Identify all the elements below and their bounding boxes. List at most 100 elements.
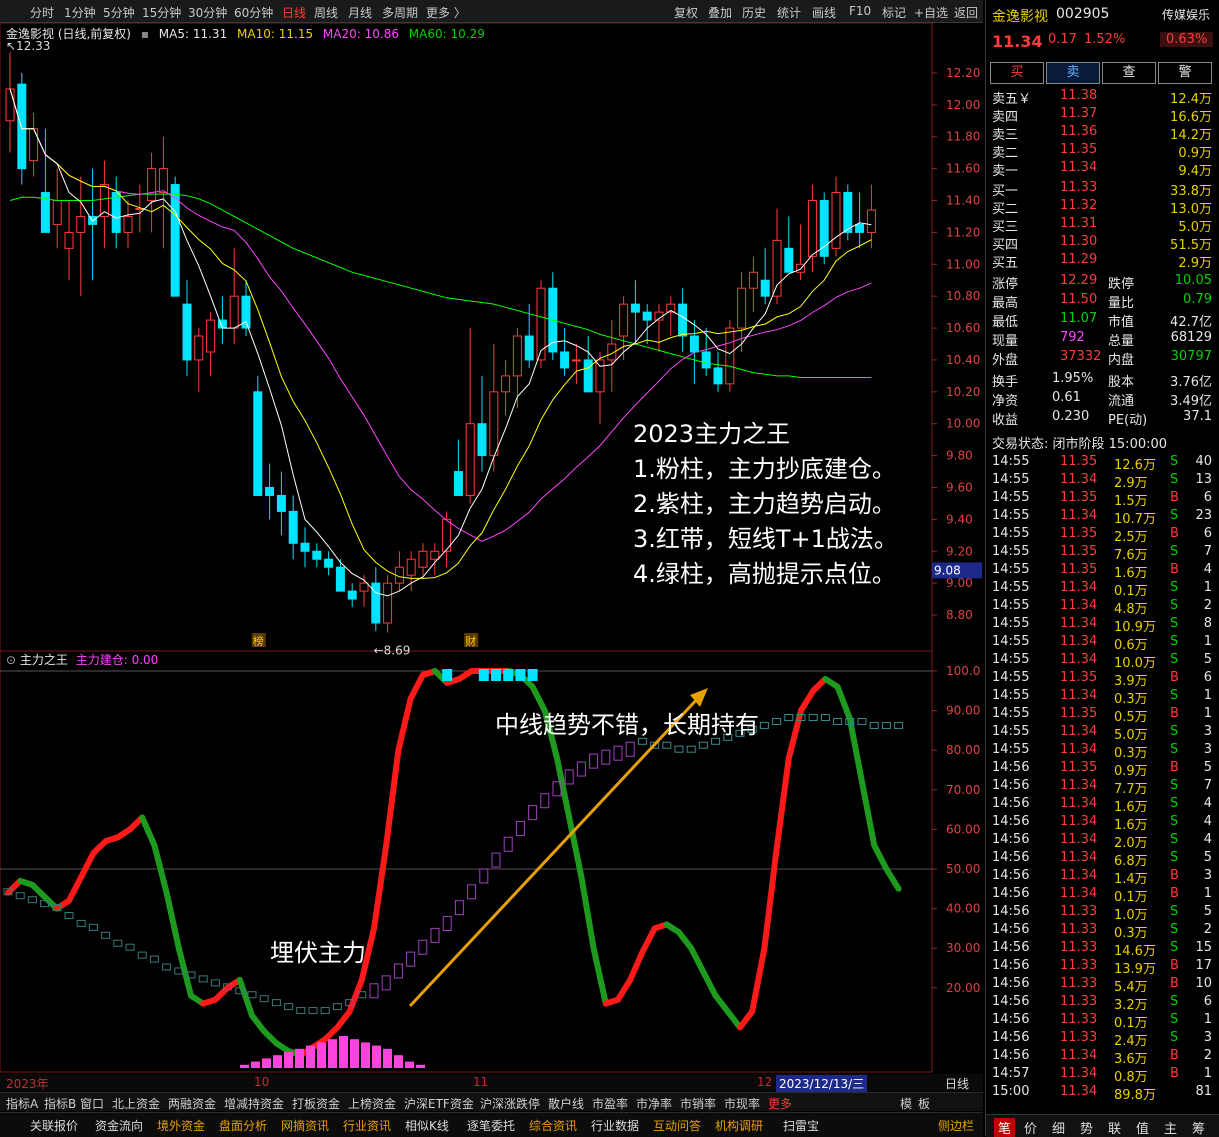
period-tab-6[interactable]: 日线	[282, 4, 306, 21]
link-12[interactable]: 扫雷宝	[783, 1117, 819, 1134]
sector-name[interactable]: 传媒娱乐	[1162, 6, 1210, 23]
candle-body-39	[465, 423, 475, 496]
tick-volume: 0.1万	[1114, 1016, 1148, 1031]
right-tab-6[interactable]: 主	[1164, 1118, 1177, 1137]
action-button-5[interactable]: F10	[849, 4, 871, 18]
settings-icon[interactable]: ▪	[141, 27, 149, 41]
bottom-right-0[interactable]: 模	[900, 1095, 912, 1112]
period-tab-1[interactable]: 1分钟	[64, 4, 96, 21]
action-button-8[interactable]: 返回	[954, 4, 978, 21]
indicator-settings-icon[interactable]: ⊙	[6, 653, 16, 667]
tick-time: 14:56	[992, 760, 1030, 775]
candle-body-48	[571, 359, 581, 362]
period-tab-7[interactable]: 周线	[314, 4, 338, 21]
link-8[interactable]: 综合资讯	[529, 1117, 577, 1134]
bottom-tab-13[interactable]: 市销率	[680, 1095, 716, 1112]
trend-box-46	[564, 769, 574, 785]
action-button-2[interactable]: 历史	[742, 4, 766, 21]
tick-volume: 10.9万	[1114, 620, 1156, 635]
action-button-6[interactable]: 标记	[882, 4, 906, 21]
link-4[interactable]: 网摘资讯	[281, 1117, 329, 1134]
candle-body-9	[111, 192, 121, 233]
tick-price: 11.35	[1060, 544, 1098, 559]
bottom-tab-2[interactable]: 窗口	[80, 1095, 104, 1112]
right-tab-5[interactable]: 值	[1136, 1118, 1149, 1137]
bottom-tab-5[interactable]: 增减持资金	[224, 1095, 284, 1112]
right-tab-3[interactable]: 势	[1080, 1118, 1093, 1137]
right-tab-1[interactable]: 价	[1024, 1118, 1037, 1137]
tick-count: 5	[1203, 652, 1212, 667]
right-tab-2[interactable]: 细	[1052, 1118, 1065, 1137]
bottom-tab-4[interactable]: 两融资金	[168, 1095, 216, 1112]
tick-row: 14:56 11.34 7.7万 S 7	[992, 778, 1214, 797]
indicator-tabs: 指标A 指标B 窗口 北上资金 两融资金 增减持资金 打板资金 上榜资金 沪深E…	[0, 1092, 983, 1111]
bottom-tab-more[interactable]: 更多	[768, 1095, 792, 1112]
period-tab-5[interactable]: 60分钟	[234, 4, 273, 21]
right-tab-0[interactable]: 笔	[994, 1118, 1016, 1137]
link-11[interactable]: 机构调研	[715, 1117, 763, 1134]
bottom-tab-14[interactable]: 市现率	[724, 1095, 760, 1112]
tick-row: 15:00 11.34 89.8万 81	[992, 1084, 1214, 1103]
candle-body-17	[206, 319, 216, 353]
period-tab-8[interactable]: 月线	[348, 4, 372, 21]
period-tab-3[interactable]: 15分钟	[142, 4, 181, 21]
link-3[interactable]: 盘面分析	[219, 1117, 267, 1134]
bottom-tab-6[interactable]: 打板资金	[292, 1095, 340, 1112]
bottom-tab-11[interactable]: 市盈率	[592, 1095, 628, 1112]
link-7[interactable]: 逐笔委托	[467, 1117, 515, 1134]
trend-box-39	[479, 868, 489, 884]
trend-box-1	[15, 892, 25, 900]
period-tab-9[interactable]: 多周期	[382, 4, 418, 21]
right-tabs: 笔 价 细 势 联 值 主 筹	[986, 1114, 1219, 1137]
bottom-right-1[interactable]: 板	[918, 1095, 930, 1112]
period-tab-2[interactable]: 5分钟	[103, 4, 135, 21]
link-10[interactable]: 互动问答	[653, 1117, 701, 1134]
action-button-7[interactable]: +自选	[914, 4, 948, 21]
tick-time: 14:56	[992, 850, 1030, 865]
right-tab-7[interactable]: 筹	[1192, 1118, 1205, 1137]
bottom-tab-1[interactable]: 指标B	[44, 1095, 76, 1112]
trend-box-12	[149, 955, 159, 963]
tick-row: 14:56 11.34 1.6万 S 4	[992, 814, 1214, 833]
bottom-tab-7[interactable]: 上榜资金	[348, 1095, 396, 1112]
tick-volume: 6.8万	[1114, 854, 1148, 869]
period-tab-0[interactable]: 分时	[30, 4, 54, 21]
bottom-tab-9[interactable]: 沪深涨跌停	[480, 1095, 540, 1112]
tick-row: 14:56 11.33 3.2万 S 6	[992, 994, 1214, 1013]
tick-row: 14:56 11.34 1.4万 B 3	[992, 868, 1214, 887]
alert-button[interactable]: 警	[1158, 62, 1212, 84]
tick-count: 5	[1203, 904, 1212, 919]
link-1[interactable]: 资金流向	[95, 1117, 143, 1134]
ask-volume: 9.4万	[1178, 164, 1212, 179]
ind-tick-label-4: 60.00	[946, 822, 980, 836]
peak-marker-1	[478, 669, 489, 681]
link-9[interactable]: 行业数据	[591, 1117, 639, 1134]
bottom-tab-10[interactable]: 散户线	[548, 1095, 584, 1112]
bottom-tab-8[interactable]: 沪深ETF资金	[404, 1095, 474, 1112]
period-tab-4[interactable]: 30分钟	[188, 4, 227, 21]
bottom-tab-0[interactable]: 指标A	[6, 1095, 38, 1112]
link-2[interactable]: 境外资金	[157, 1117, 205, 1134]
trend-box-10	[125, 943, 135, 951]
candle-body-42	[501, 375, 511, 393]
action-button-3[interactable]: 统计	[777, 4, 801, 21]
query-button[interactable]: 查	[1102, 62, 1156, 84]
stat-value: 37.1	[1183, 409, 1212, 424]
link-6[interactable]: 相似K线	[405, 1117, 449, 1134]
action-button-4[interactable]: 画线	[812, 4, 836, 21]
buy-button[interactable]: 买	[990, 62, 1044, 84]
sidebar-toggle[interactable]: 侧边栏	[938, 1117, 974, 1134]
link-5[interactable]: 行业资讯	[343, 1117, 391, 1134]
price-tick-label-13: 9.60	[946, 480, 973, 494]
date-label-dec: 12	[757, 1075, 773, 1089]
sell-button[interactable]: 卖	[1046, 62, 1100, 84]
period-tab-10[interactable]: 更多 〉	[426, 4, 466, 21]
action-button-0[interactable]: 复权	[674, 4, 698, 21]
bottom-tab-3[interactable]: 北上资金	[112, 1095, 160, 1112]
action-button-1[interactable]: 叠加	[708, 4, 732, 21]
right-tab-4[interactable]: 联	[1108, 1118, 1121, 1137]
link-0[interactable]: 关联报价	[30, 1117, 78, 1134]
bottom-tab-12[interactable]: 市净率	[636, 1095, 672, 1112]
annotation-line-2: 2.紫柱，主力趋势启动。	[633, 490, 896, 518]
ma5-label: MA5: 11.31	[158, 27, 228, 41]
